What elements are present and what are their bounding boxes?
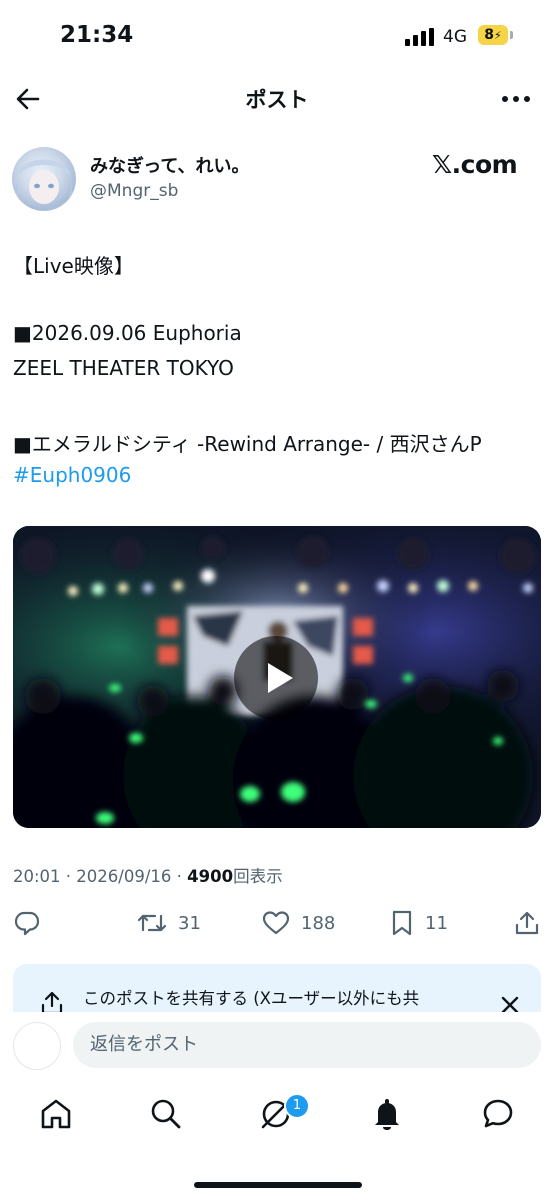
avatar[interactable] (12, 147, 76, 211)
home-indicator (194, 1182, 362, 1188)
bookmark-icon (392, 910, 412, 936)
reply-avatar (13, 1022, 61, 1070)
bookmark-button[interactable]: 11 (389, 908, 448, 938)
hashtag-link[interactable]: #Euph0906 (13, 463, 131, 487)
post-line: ■エメラルドシティ -Rewind Arrange- / 西沢さんP (13, 432, 482, 456)
reply-input[interactable]: 返信をポスト (73, 1022, 541, 1068)
x-brand-logo: 𝕏.com (432, 150, 518, 179)
notification-badge: 1 (284, 1093, 310, 1119)
battery-icon: 8⚡ (478, 25, 508, 45)
home-icon[interactable] (38, 1096, 74, 1132)
author-handle[interactable]: @Mngr_sb (90, 181, 178, 201)
reply-button[interactable] (13, 908, 41, 938)
network-type: 4G (443, 27, 467, 47)
share-icon (515, 911, 539, 935)
post-line: ZEEL THEATER TOKYO (13, 356, 234, 380)
more-options-icon[interactable] (496, 80, 536, 118)
post-line: 【Live映像】 (13, 254, 134, 278)
reply-icon (14, 911, 40, 936)
retweet-button[interactable]: 31 (136, 908, 201, 938)
post-meta: 20:01 · 2026/09/16 · 4900回表示 (13, 863, 283, 887)
page-title: ポスト (245, 88, 309, 112)
share-button[interactable] (513, 908, 541, 938)
battery-tip (510, 31, 513, 39)
post-timestamp: 20:01 · 2026/09/16 · (13, 867, 188, 886)
play-icon[interactable] (233, 635, 319, 721)
search-icon[interactable] (148, 1096, 184, 1132)
retweet-icon (137, 914, 167, 932)
banner-notch (513, 966, 541, 984)
share-banner-text: このポストを共有する (Xユーザー以外にも共 (83, 989, 420, 1008)
messages-icon[interactable] (480, 1096, 516, 1132)
like-count: 188 (301, 912, 336, 934)
view-count: 4900 (187, 867, 234, 886)
bell-icon[interactable] (369, 1096, 405, 1132)
like-button[interactable]: 188 (261, 908, 335, 938)
post-line: ■2026.09.06 Euphoria (13, 321, 242, 345)
status-time: 21:34 (60, 22, 134, 48)
signal-icon (405, 28, 434, 46)
battery-level: 8 (484, 27, 494, 43)
view-label: 回表示 (233, 867, 283, 886)
retweet-count: 31 (178, 912, 201, 934)
author-name[interactable]: みなぎって、れい。 (90, 152, 249, 178)
heart-icon (262, 911, 290, 935)
bookmark-count: 11 (425, 912, 448, 934)
video-player[interactable] (13, 526, 541, 828)
